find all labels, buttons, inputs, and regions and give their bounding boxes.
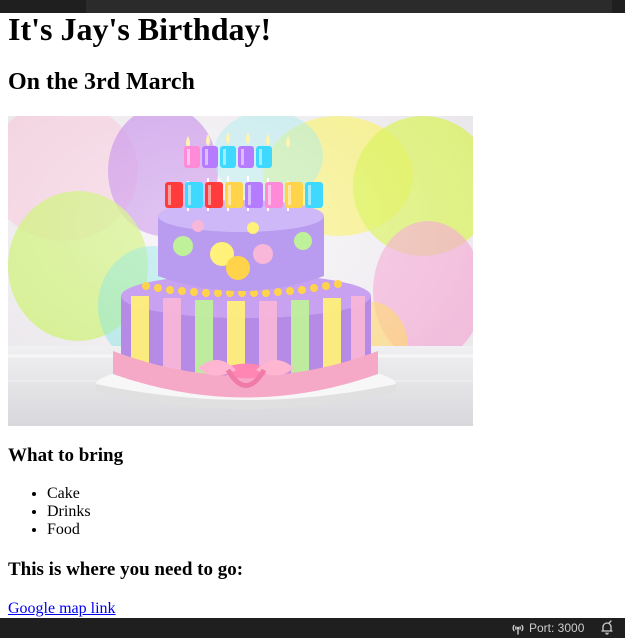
list-item: Food — [47, 521, 625, 539]
google-map-link[interactable]: Google map link — [8, 600, 116, 618]
birthday-cake-image — [8, 116, 473, 426]
port-label: Port: 3000 — [529, 621, 585, 635]
page-title: It's Jay's Birthday! — [8, 11, 272, 47]
bring-list: Cake Drinks Food — [8, 485, 625, 539]
list-item: Cake — [47, 485, 625, 503]
list-item: Drinks — [47, 503, 625, 521]
page-content: It's Jay's Birthday! On the 3rd March Wh… — [0, 13, 625, 618]
event-date: On the 3rd March — [8, 69, 195, 95]
directions-heading: This is where you need to go: — [8, 559, 244, 580]
notifications-button[interactable] — [598, 618, 616, 638]
notification-bell-icon — [601, 620, 613, 635]
port-status-item[interactable]: Port: 3000 — [511, 618, 584, 638]
status-bar: Port: 3000 — [0, 618, 625, 638]
bring-heading: What to bring — [8, 445, 124, 466]
broadcast-icon — [512, 624, 524, 635]
